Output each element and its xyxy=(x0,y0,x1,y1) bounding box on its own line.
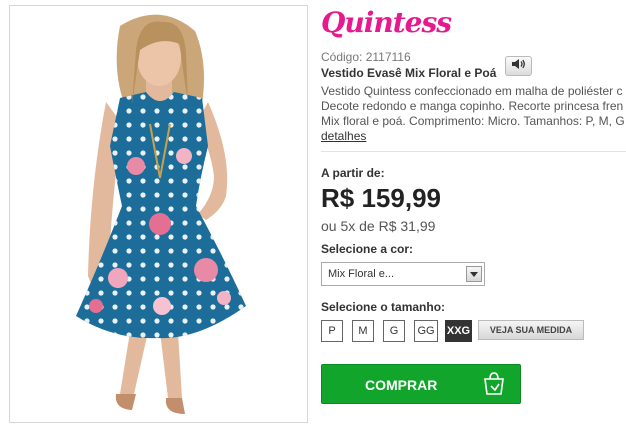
product-name: Vestido Evasê Mix Floral e Poá xyxy=(321,66,497,80)
color-select-value: Mix Floral e... xyxy=(328,268,395,280)
product-photo[interactable] xyxy=(9,5,308,423)
size-option-g[interactable]: G xyxy=(383,320,405,342)
product-info: Quintess Código: 2117116 Vestido Evasê M… xyxy=(321,0,626,428)
description-line: Mix floral e poá. Comprimento: Micro. Ta… xyxy=(321,114,625,128)
size-option-p[interactable]: P xyxy=(321,320,343,342)
price: R$ 159,99 xyxy=(321,183,441,213)
color-select[interactable]: Mix Floral e... xyxy=(321,262,485,286)
price-from-label: A partir de: xyxy=(321,166,385,180)
size-option-m[interactable]: M xyxy=(352,320,374,342)
size-guide-button[interactable]: VEJA SUA MEDIDA xyxy=(478,320,584,340)
audio-button[interactable] xyxy=(505,56,532,76)
divider xyxy=(321,151,626,152)
product-description: Vestido Quintess confeccionado em malha … xyxy=(321,84,626,144)
size-option-xxg[interactable]: XXG xyxy=(445,320,472,342)
size-label: Selecione o tamanho: xyxy=(321,300,446,314)
size-option-gg[interactable]: GG xyxy=(414,320,438,342)
details-link[interactable]: detalhes xyxy=(321,129,366,143)
description-line: Vestido Quintess confeccionado em malha … xyxy=(321,84,623,98)
description-line: Decote redondo e manga copinho. Recorte … xyxy=(321,99,624,113)
buy-button[interactable]: COMPRAR xyxy=(321,364,521,404)
shopping-bag-icon xyxy=(482,372,506,399)
speaker-icon xyxy=(511,57,526,75)
buy-button-label: COMPRAR xyxy=(365,377,438,393)
color-label: Selecione a cor: xyxy=(321,242,414,256)
chevron-down-icon[interactable] xyxy=(466,266,482,282)
installments: ou 5x de R$ 31,99 xyxy=(321,218,436,234)
brand-logo[interactable]: Quintess xyxy=(321,6,452,39)
product-code: Código: 2117116 xyxy=(321,50,411,64)
